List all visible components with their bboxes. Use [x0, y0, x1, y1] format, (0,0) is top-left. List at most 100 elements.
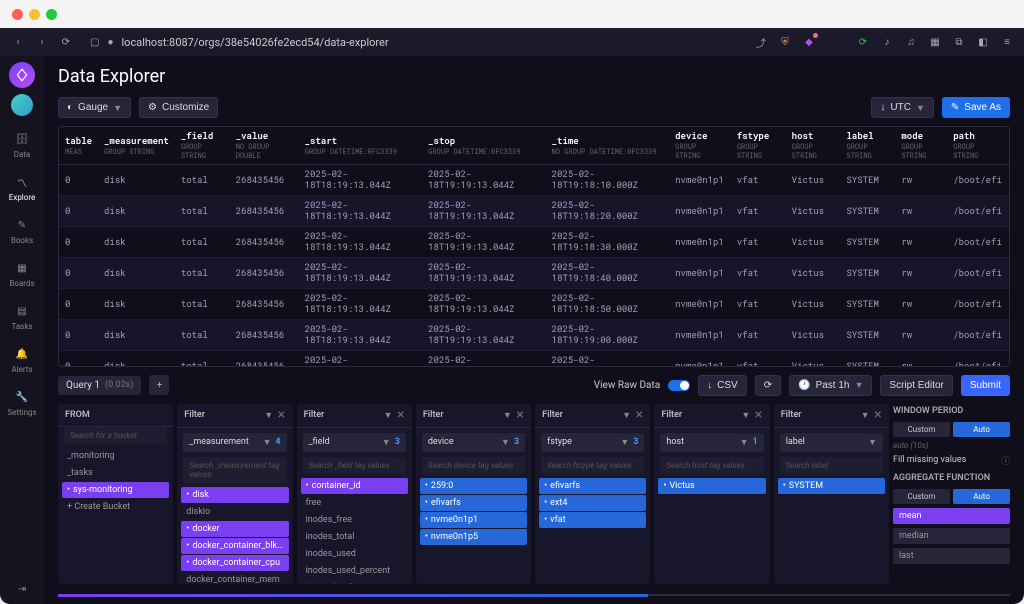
column-header[interactable]: _valueNO GROUP DOUBLE: [230, 127, 299, 165]
time-range-select[interactable]: 🕐 Past 1h ▼: [789, 375, 872, 396]
column-header[interactable]: _stopGROUP DATETIME:RFC3339: [422, 127, 546, 165]
table-row[interactable]: 0disktotal2684354562025-02-18T18:19:13.0…: [59, 351, 1009, 367]
tag-key-select[interactable]: host▼1: [660, 433, 763, 452]
close-dot[interactable]: [12, 9, 23, 20]
chevron-down-icon[interactable]: ▼: [503, 410, 512, 421]
tag-value-item[interactable]: free: [301, 495, 408, 511]
share-icon[interactable]: ⤴: [754, 35, 768, 49]
agg-fn-item[interactable]: mean: [893, 508, 1010, 524]
back-button[interactable]: ‹: [10, 37, 26, 48]
tag-key-select[interactable]: fstype▼3: [541, 433, 644, 452]
query-tab[interactable]: Query 1 (0.02s): [58, 376, 141, 395]
window-custom-pill[interactable]: Custom: [893, 422, 950, 437]
chevron-down-icon[interactable]: ▼: [264, 410, 273, 421]
note-icon[interactable]: ♫: [904, 35, 918, 49]
close-icon[interactable]: ✕: [635, 410, 643, 421]
tag-value-item[interactable]: vfat: [539, 512, 646, 528]
nav-collapse[interactable]: ⇥: [2, 574, 42, 604]
tag-value-item[interactable]: Victus: [658, 478, 765, 494]
column-header[interactable]: tableMEAS: [59, 127, 98, 165]
column-header[interactable]: deviceGROUP STRING: [669, 127, 731, 165]
filter-search-input[interactable]: Search label: [780, 457, 883, 474]
agg-auto-pill[interactable]: Auto: [953, 489, 1010, 504]
sidebar-icon[interactable]: ◧: [976, 35, 990, 49]
tag-key-select[interactable]: label▼: [780, 433, 883, 452]
column-header[interactable]: _startGROUP DATETIME:RFC3339: [299, 127, 423, 165]
fill-missing-row[interactable]: Fill missing valuesⓘ: [893, 454, 1010, 467]
nav-data[interactable]: 🗄 Data: [2, 124, 42, 165]
column-header[interactable]: hostGROUP STRING: [786, 127, 841, 165]
maximize-dot[interactable]: [46, 9, 57, 20]
agg-custom-pill[interactable]: Custom: [893, 489, 950, 504]
filter-search-input[interactable]: Search host tag values: [660, 457, 763, 474]
bookmark-icon[interactable]: ▢: [90, 37, 99, 48]
script-editor-button[interactable]: Script Editor: [880, 375, 952, 396]
nav-books[interactable]: ✎ Books: [2, 210, 42, 251]
view-raw-toggle[interactable]: [668, 380, 690, 391]
horizontal-scrollbar[interactable]: [58, 594, 1010, 596]
tag-value-item[interactable]: _monitoring: [62, 448, 169, 464]
tag-key-select[interactable]: _measurement▼4: [183, 433, 286, 452]
extension-icon[interactable]: ◆: [802, 35, 816, 49]
close-icon[interactable]: ✕: [754, 410, 762, 421]
tag-value-item[interactable]: inodes_used_percent: [301, 563, 408, 579]
close-icon[interactable]: ✕: [277, 410, 285, 421]
table-row[interactable]: 0disktotal2684354562025-02-18T18:19:13.0…: [59, 196, 1009, 227]
column-header[interactable]: labelGROUP STRING: [841, 127, 896, 165]
agg-fn-item[interactable]: last: [893, 548, 1010, 564]
chevron-down-icon[interactable]: ▼: [861, 410, 870, 421]
nav-explore[interactable]: 〽 Explore: [2, 167, 42, 208]
table-row[interactable]: 0disktotal2684354562025-02-18T18:19:13.0…: [59, 227, 1009, 258]
chevron-down-icon[interactable]: ▼: [622, 410, 631, 421]
table-row[interactable]: 0disktotal2684354562025-02-18T18:19:13.0…: [59, 165, 1009, 196]
close-icon[interactable]: ✕: [516, 410, 524, 421]
tag-value-item[interactable]: docker_container_mem: [181, 572, 288, 584]
save-as-button[interactable]: ✎ Save As: [942, 97, 1010, 118]
tag-value-item[interactable]: disk: [181, 487, 288, 503]
tag-value-item[interactable]: io_service_bytes_recursive_: [301, 580, 408, 584]
tag-value-item[interactable]: 259:0: [420, 478, 527, 494]
agg-fn-item[interactable]: median: [893, 528, 1010, 544]
filter-search-input[interactable]: Search for a bucket: [64, 427, 167, 444]
filter-search-input[interactable]: Search _field tag values: [303, 457, 406, 474]
tag-value-item[interactable]: + Create Bucket: [62, 499, 169, 515]
csv-button[interactable]: ↓ CSV: [698, 375, 747, 396]
tag-value-item[interactable]: inodes_free: [301, 512, 408, 528]
column-header[interactable]: pathGROUP STRING: [947, 127, 1009, 165]
minimize-dot[interactable]: [29, 9, 40, 20]
tag-value-item[interactable]: efivarfs: [539, 478, 646, 494]
tag-value-item[interactable]: _tasks: [62, 465, 169, 481]
shield-icon[interactable]: ⛨: [778, 35, 792, 49]
nav-settings[interactable]: 🔧 Settings: [2, 382, 42, 423]
tag-value-item[interactable]: diskio: [181, 504, 288, 520]
tag-value-item[interactable]: inodes_used: [301, 546, 408, 562]
filter-search-input[interactable]: Search device tag values: [422, 457, 525, 474]
customize-button[interactable]: ⚙ Customize: [139, 97, 218, 118]
nav-tasks[interactable]: ▤ Tasks: [2, 296, 42, 337]
view-type-select[interactable]: ◐ Gauge ▼: [58, 97, 131, 118]
sync-icon[interactable]: ⟳: [856, 35, 870, 49]
user-avatar[interactable]: [11, 94, 33, 116]
filter-search-input[interactable]: Search _measurement tag values: [183, 457, 286, 483]
column-header[interactable]: _measurementGROUP STRING: [98, 127, 175, 165]
tag-value-item[interactable]: docker_container_blkio: [181, 538, 288, 554]
app-logo[interactable]: [9, 62, 35, 88]
submit-button[interactable]: Submit: [961, 375, 1010, 396]
window-auto-pill[interactable]: Auto: [953, 422, 1010, 437]
tag-value-item[interactable]: container_id: [301, 478, 408, 494]
chevron-down-icon[interactable]: ▼: [741, 410, 750, 421]
refresh-button[interactable]: ⟳: [755, 375, 781, 396]
nav-alerts[interactable]: 🔔 Alerts: [2, 339, 42, 380]
tag-value-item[interactable]: inodes_total: [301, 529, 408, 545]
close-icon[interactable]: ✕: [874, 410, 882, 421]
timezone-select[interactable]: ↓ UTC ▼: [871, 97, 933, 118]
column-header[interactable]: modeGROUP STRING: [895, 127, 947, 165]
grid-icon[interactable]: ▦: [928, 35, 942, 49]
tag-value-item[interactable]: SYSTEM: [778, 478, 885, 494]
tag-value-item[interactable]: docker: [181, 521, 288, 537]
chevron-down-icon[interactable]: ▼: [384, 410, 393, 421]
tag-value-item[interactable]: nvme0n1p1: [420, 512, 527, 528]
tag-value-item[interactable]: ext4: [539, 495, 646, 511]
add-query-button[interactable]: +: [149, 375, 169, 395]
table-row[interactable]: 0disktotal2684354562025-02-18T18:19:13.0…: [59, 289, 1009, 320]
